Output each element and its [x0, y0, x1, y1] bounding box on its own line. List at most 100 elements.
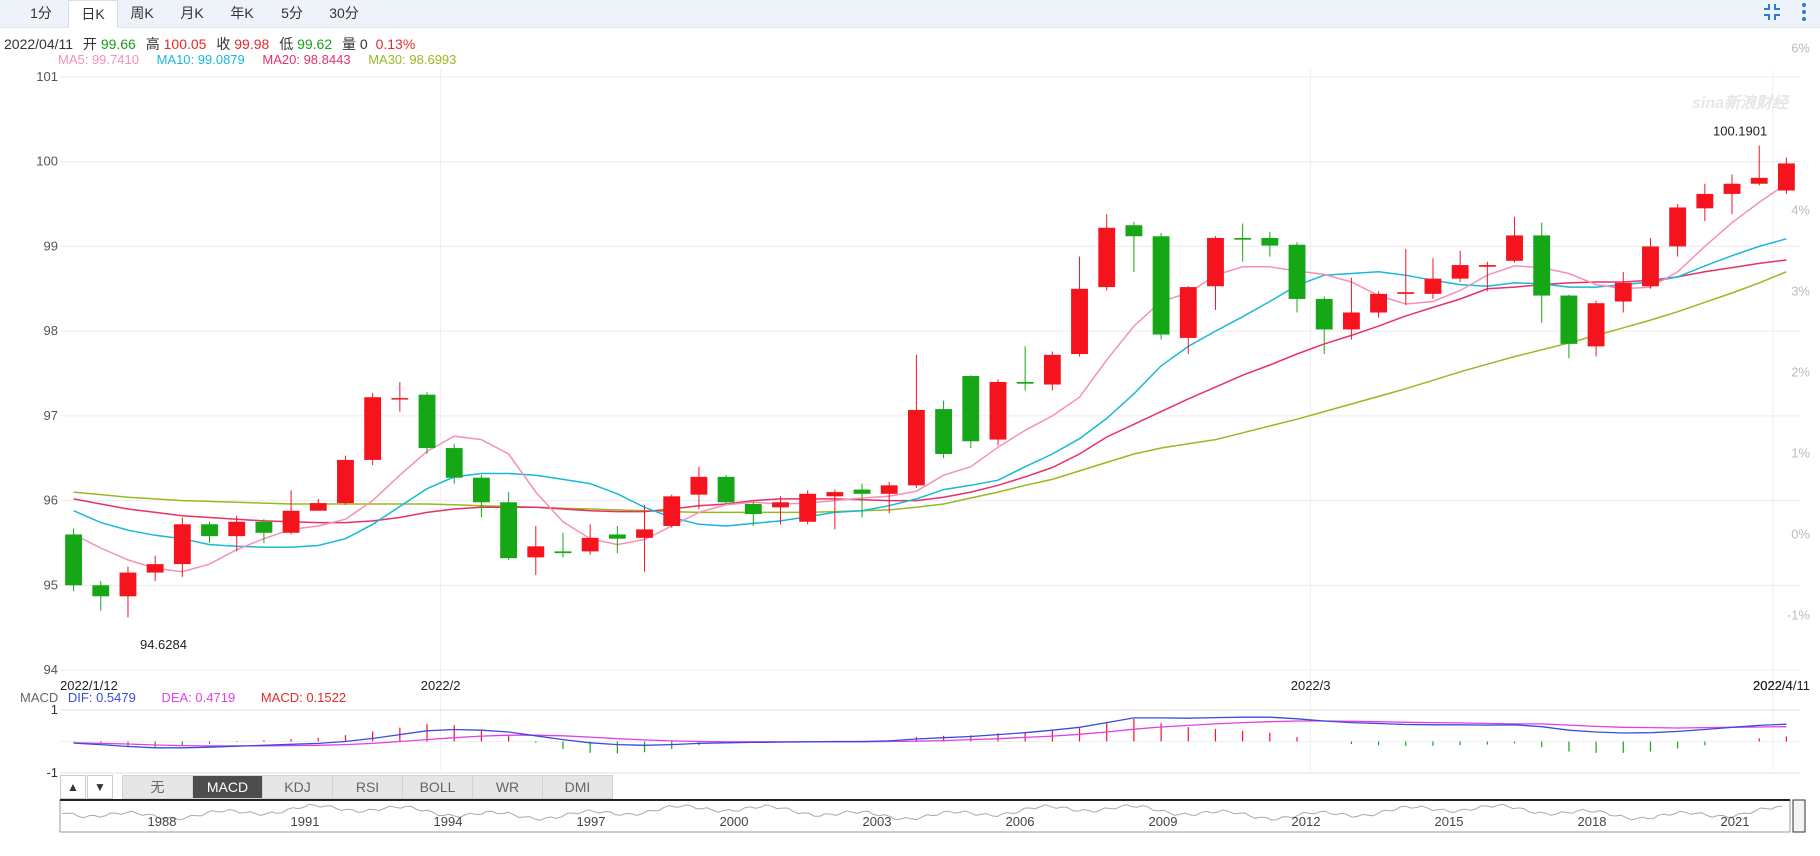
candle-body	[1370, 293, 1388, 313]
candle-body	[173, 524, 191, 565]
candle-body	[1043, 354, 1061, 385]
candle-body	[935, 409, 953, 454]
max-price-label: 100.1901	[1713, 124, 1767, 139]
sina-watermark-logo: sina新浪财经	[1692, 94, 1790, 112]
candle-body	[228, 521, 246, 537]
candle-body	[690, 476, 708, 495]
y-tick-label: 98	[44, 323, 58, 338]
kline-chart[interactable]: sina新浪财经 94 95 96 97 98 99 100 101 6% 4% 3% 2% 1% 0%…	[0, 0, 1820, 856]
candle-body	[146, 564, 164, 573]
candle-body	[1397, 292, 1415, 294]
candle-body	[1614, 282, 1632, 302]
navigator-year-label: 2018	[1578, 814, 1607, 829]
candle-body	[799, 493, 817, 522]
candle-body	[1506, 235, 1523, 261]
navigator-year-label: 2009	[1149, 814, 1178, 829]
candle-body	[636, 529, 653, 538]
navigator-year-label: 2006	[1006, 814, 1035, 829]
candle-body	[1560, 295, 1578, 344]
candle-body	[1315, 298, 1333, 330]
candle-body	[119, 572, 137, 597]
arrow-down-button[interactable]: ▼	[87, 775, 113, 799]
dea-legend: DEA: 0.4719	[161, 690, 236, 705]
y-tick-label: 99	[44, 238, 58, 253]
indicator-tab-boll[interactable]: BOLL	[402, 775, 473, 799]
candle-body	[391, 398, 409, 400]
candle-body	[364, 397, 382, 460]
pct-tick-label: 4%	[1791, 203, 1810, 218]
candle-body	[744, 503, 762, 515]
candle-body	[1642, 246, 1659, 287]
arrow-up-button[interactable]: ▲	[60, 775, 86, 799]
indicator-tab-dmi[interactable]: DMI	[542, 775, 613, 799]
pct-tick-label: 0%	[1791, 526, 1810, 541]
candle-body	[907, 409, 925, 486]
candle-body	[581, 537, 599, 552]
navigator-year-label: 2012	[1292, 814, 1321, 829]
navigator-year-label: 2000	[720, 814, 749, 829]
macd-legend: MACD DIF: 0.5479 DEA: 0.4719 MACD: 0.152…	[20, 690, 346, 705]
navigator-year-label: 2003	[863, 814, 892, 829]
x-tick-label: 2022/2	[421, 678, 461, 693]
candle-body	[92, 585, 110, 597]
candle-body	[1071, 288, 1088, 355]
navigator-year-label: 1988	[148, 814, 177, 829]
navigator-year-label: 2015	[1435, 814, 1464, 829]
navigator-handle[interactable]	[1792, 799, 1806, 833]
candle-body	[554, 551, 572, 554]
indicator-tab-macd[interactable]: MACD	[192, 775, 263, 799]
pct-tick-label: 2%	[1791, 364, 1810, 379]
ma5-line	[73, 183, 1787, 573]
candle-body	[663, 496, 681, 526]
candle-body	[1777, 163, 1795, 191]
candle-body	[1152, 236, 1170, 335]
candle-body	[472, 477, 490, 503]
candle-body	[282, 510, 300, 533]
navigator-year-label: 1991	[291, 814, 320, 829]
pct-tick-label: -1%	[1787, 607, 1811, 622]
y-tick-label: 95	[44, 577, 58, 592]
candle-body	[1261, 237, 1279, 246]
candle-body	[772, 502, 789, 508]
pct-tick-label: 1%	[1791, 445, 1810, 460]
candle-body	[1098, 227, 1116, 288]
candle-body	[337, 459, 354, 504]
candle-body	[418, 394, 436, 449]
indicator-tab-rsi[interactable]: RSI	[332, 775, 403, 799]
candle-body	[65, 534, 83, 586]
y-tick-label: 100	[36, 154, 58, 169]
candle-body	[1669, 207, 1687, 247]
candle-body	[608, 534, 626, 539]
x-tick-label: 2022/4/11	[1753, 678, 1810, 693]
y-tick-label: 97	[44, 408, 58, 423]
candle-body	[717, 476, 735, 503]
candle-body	[853, 489, 871, 494]
candle-body	[880, 485, 898, 494]
candle-body	[1424, 278, 1442, 294]
y-tick-label: 101	[36, 69, 58, 84]
candle-body	[1451, 265, 1469, 279]
indicator-tab-kdj[interactable]: KDJ	[262, 775, 333, 799]
macd-y-tick: -1	[46, 765, 58, 780]
candle-body	[1723, 183, 1741, 194]
candle-body	[309, 503, 327, 511]
y-tick-label: 94	[44, 662, 58, 677]
navigator-year-label: 1994	[434, 814, 463, 829]
ma30-line	[73, 271, 1787, 514]
indicator-tab-none[interactable]: 无	[122, 775, 193, 799]
y-tick-label: 96	[44, 493, 58, 508]
candle-body	[1234, 237, 1252, 240]
candle-body	[255, 521, 273, 533]
candle-body	[1288, 244, 1306, 299]
pct-tick-label: 3%	[1791, 283, 1810, 298]
candle-body	[1125, 225, 1143, 237]
min-price-label: 94.6284	[140, 637, 187, 652]
candle-body	[826, 492, 844, 497]
candle-body	[500, 502, 518, 559]
x-tick-label: 2022/3	[1291, 678, 1331, 693]
candle-body	[1179, 287, 1197, 338]
candle-body	[1587, 303, 1605, 347]
candle-body	[527, 546, 545, 558]
candle-body	[201, 524, 218, 537]
indicator-tab-wr[interactable]: WR	[472, 775, 543, 799]
